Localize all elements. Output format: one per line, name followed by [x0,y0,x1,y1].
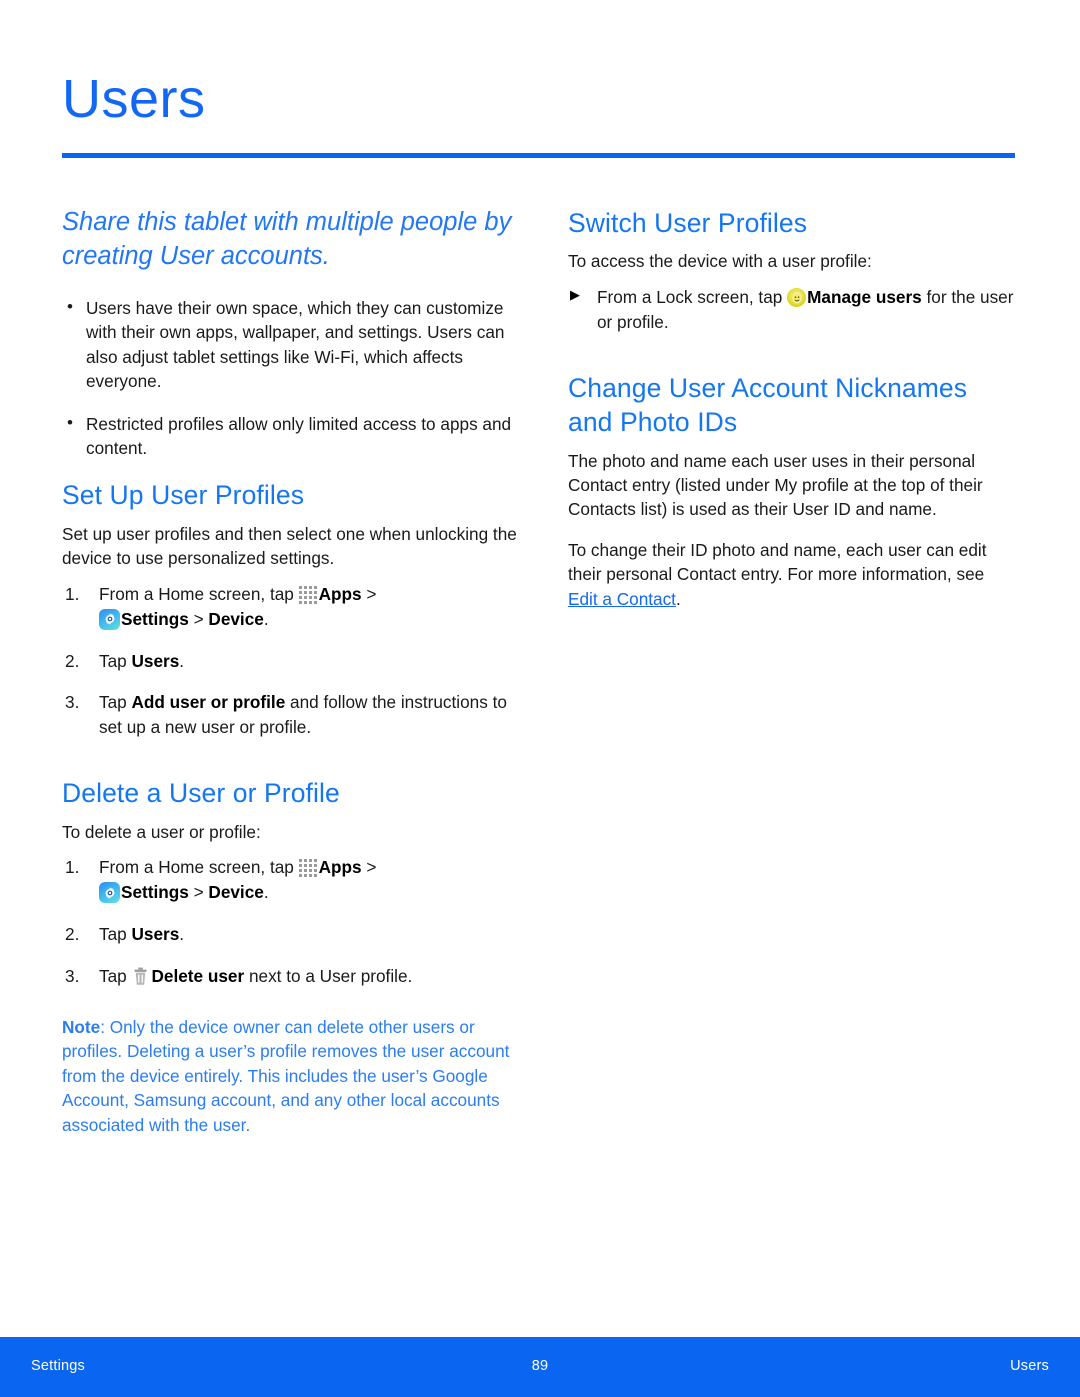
step-bold-settings: Settings [121,882,189,903]
list-item: Users have their own space, which they c… [62,295,517,394]
step-period: . [263,608,269,629]
set-up-intro-text: Set up user profiles and then select one… [62,523,517,569]
step-bold-device: Device [208,882,264,903]
change-paragraph-2: To change their ID photo and name, each … [568,538,1018,611]
step-text: Tap [99,924,132,945]
step-sep: > [188,882,209,903]
set-up-steps-list: From a Home screen, tap Apps > Settings … [62,582,517,741]
footer-topic-label: Users [1010,1358,1049,1374]
step-sep: > [188,608,209,629]
change-para2-text: To change their ID photo and name, each … [568,539,987,585]
step-bold-add-user: Add user or profile [131,692,286,713]
header-divider [62,153,1015,158]
section-heading-change-user-account-nicknames: Change User Account Nicknames and Photo … [568,372,968,438]
step-bold-users: Users [131,924,180,945]
delete-steps-list: From a Home screen, tap Apps > Settings … [62,855,517,989]
switch-bullet-list: From a Lock screen, tap Manage users for… [568,285,1018,335]
step-text: Tap [99,650,132,671]
list-item: Tap Add user or profile and follow the i… [62,690,517,740]
step-text: Tap [99,965,132,986]
step-sep: > [361,583,377,604]
list-item: Tap Users. [62,922,517,947]
step-period: . [263,882,269,903]
note-label: Note [62,1016,101,1037]
list-item: From a Lock screen, tap Manage users for… [568,285,1018,335]
step-bold-apps: Apps [318,857,362,878]
manual-page: Users Share this tablet with multiple pe… [0,0,1080,1397]
list-item: Tap Users. [62,649,517,674]
right-column: Switch User Profiles To access the devic… [568,206,1018,627]
section-heading-delete-a-user-or-profile: Delete a User or Profile [62,778,340,809]
edit-a-contact-link[interactable]: Edit a Contact [568,589,676,609]
page-title: Users [62,69,206,129]
step-sep: > [361,857,377,878]
intro-lead-text: Share this tablet with multiple people b… [62,208,512,270]
step-text: From a Lock screen, tap [597,286,788,307]
apps-grid-icon [298,859,318,878]
change-paragraph-1: The photo and name each user uses in the… [568,450,983,520]
note-block: Note: Only the device owner can delete o… [62,1015,517,1137]
settings-gear-icon [99,608,120,630]
step-bold-apps: Apps [318,583,362,604]
step-bold-device: Device [208,608,264,629]
section-heading-switch-user-profiles: Switch User Profiles [568,208,808,238]
delete-intro-text: To delete a user or profile: [62,821,261,842]
step-bold-settings: Settings [121,608,189,629]
step-text: From a Home screen, tap [99,583,299,604]
list-item: From a Home screen, tap Apps > Settings … [62,855,517,905]
footer-page-number: 89 [531,1358,549,1374]
bullet-bold-manage-users: Manage users [807,286,922,307]
manage-users-face-icon [787,287,807,307]
note-text: : Only the device owner can delete other… [62,1016,510,1135]
step-period: . [179,650,185,671]
section-heading-set-up-user-profiles: Set Up User Profiles [62,480,305,511]
list-item: Restricted profiles allow only limited a… [62,411,517,461]
list-item: From a Home screen, tap Apps > Settings … [62,582,517,632]
step-text-end: next to a User profile. [244,965,413,986]
step-bold-delete-user: Delete user [151,965,245,986]
change-para2-end: . [675,588,681,609]
page-footer: Settings 89 Users [0,1337,1080,1397]
switch-intro-text: To access the device with a user profile… [568,251,872,272]
step-text: From a Home screen, tap [99,857,299,878]
left-column: Share this tablet with multiple people b… [62,206,517,1154]
step-text: Tap [99,692,132,713]
step-period: . [179,924,185,945]
feature-bullet-list: Users have their own space, which they c… [62,295,517,461]
delete-trash-icon [133,967,148,986]
step-bold-users: Users [131,650,180,671]
settings-gear-icon [99,882,120,904]
apps-grid-icon [298,585,318,604]
list-item: Tap Delete user next to a User profile. [62,964,517,989]
